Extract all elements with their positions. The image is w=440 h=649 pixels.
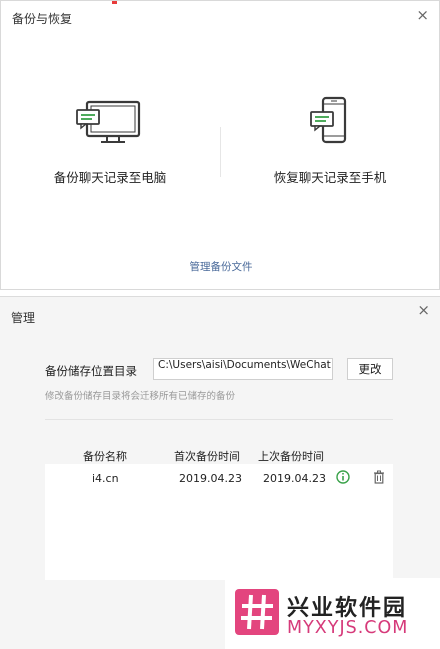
phone-chat-icon bbox=[310, 96, 347, 144]
divider bbox=[45, 419, 393, 420]
hash-logo-icon bbox=[235, 589, 279, 635]
backup-dir-label: 备份储存位置目录 bbox=[45, 364, 137, 378]
decor-mark bbox=[112, 1, 117, 4]
restore-to-phone-option[interactable]: 恢复聊天记录至手机 bbox=[221, 96, 439, 186]
backup-restore-window: 备份与恢复 × 备份聊天记录至电脑 恢复聊天记录至手机 管理备份文件 bbox=[0, 0, 440, 290]
column-header-name: 备份名称 bbox=[83, 450, 127, 463]
monitor-chat-icon bbox=[76, 100, 141, 143]
manage-backup-files-link[interactable]: 管理备份文件 bbox=[1, 259, 440, 274]
backup-to-pc-option[interactable]: 备份聊天记录至电脑 bbox=[1, 96, 219, 186]
change-dir-button[interactable]: 更改 bbox=[347, 358, 393, 380]
backup-name: i4.cn bbox=[92, 472, 119, 485]
window-title: 管理 bbox=[11, 311, 36, 325]
restore-to-phone-label: 恢复聊天记录至手机 bbox=[273, 170, 387, 185]
window-title: 备份与恢复 bbox=[12, 12, 73, 26]
table-row[interactable]: i4.cn 2019.04.23 2019.04.23 bbox=[45, 470, 393, 490]
close-icon[interactable]: × bbox=[416, 8, 429, 23]
info-icon[interactable] bbox=[336, 470, 350, 484]
watermark: 兴业软件园 MYXYJS.COM bbox=[225, 578, 440, 649]
close-icon[interactable]: × bbox=[417, 303, 430, 318]
column-header-last-time: 上次备份时间 bbox=[258, 450, 324, 463]
last-backup-time: 2019.04.23 bbox=[263, 472, 326, 485]
watermark-url: MYXYJS.COM bbox=[287, 618, 409, 638]
column-header-first-time: 首次备份时间 bbox=[174, 450, 240, 463]
backup-list: i4.cn 2019.04.23 2019.04.23 bbox=[45, 464, 393, 580]
first-backup-time: 2019.04.23 bbox=[179, 472, 242, 485]
backup-dir-field[interactable]: C:\Users\aisi\Documents\WeChat Files bbox=[153, 358, 333, 380]
migrate-hint: 修改备份储存目录将会迁移所有已储存的备份 bbox=[45, 391, 236, 402]
backup-to-pc-label: 备份聊天记录至电脑 bbox=[53, 170, 167, 185]
trash-icon[interactable] bbox=[373, 470, 385, 484]
